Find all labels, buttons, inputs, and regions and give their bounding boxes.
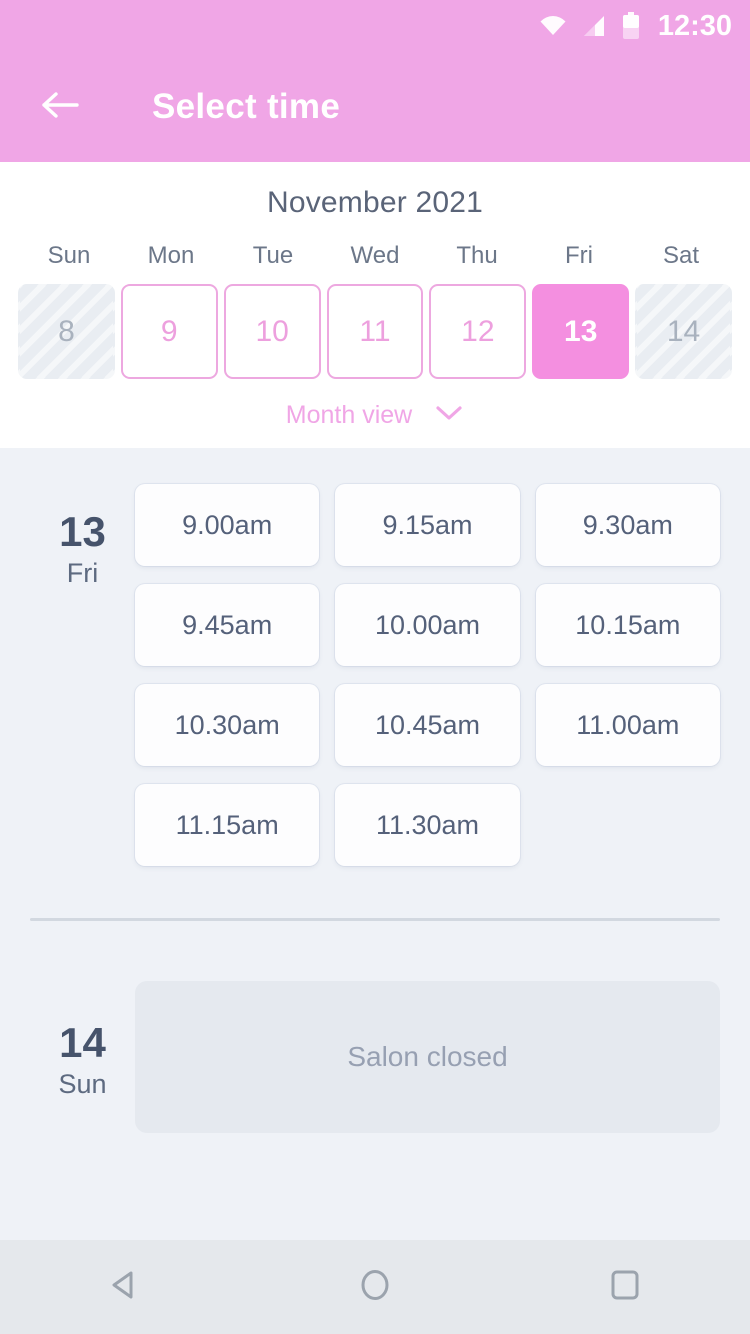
time-slot[interactable]: 10.30am — [135, 684, 320, 766]
app-bar: Select time — [0, 52, 750, 162]
day-of-week: Sun — [58, 1069, 107, 1100]
calendar-day-12[interactable]: 12 — [429, 284, 527, 379]
back-button[interactable] — [32, 79, 88, 135]
nav-home-button[interactable] — [320, 1240, 430, 1334]
weekday-label: Wed — [350, 242, 400, 269]
time-slot[interactable]: 10.45am — [335, 684, 520, 766]
nav-recents-button[interactable] — [570, 1240, 680, 1334]
time-slot[interactable]: 10.00am — [335, 584, 520, 666]
status-bar: 12:30 — [0, 0, 750, 52]
calendar-day-strip: 8 9 10 11 12 13 14 — [0, 284, 750, 379]
calendar-day-13[interactable]: 13 — [532, 284, 630, 379]
time-slot[interactable]: 9.00am — [135, 484, 320, 566]
calendar-day-9[interactable]: 9 — [120, 284, 218, 379]
signal-icon — [582, 14, 608, 38]
schedule-list: 13 Fri 9.00am 9.15am 9.30am 9.45am 10.00… — [0, 448, 750, 1240]
day-label-14: 14 Sun — [30, 981, 135, 1133]
day-of-week: Fri — [66, 558, 99, 589]
time-slot[interactable]: 10.15am — [535, 584, 720, 666]
salon-closed-card: Salon closed — [135, 981, 720, 1133]
time-slot[interactable]: 9.45am — [135, 584, 320, 666]
nav-home-icon — [354, 1264, 396, 1311]
calendar-day-10[interactable]: 10 — [223, 284, 321, 379]
weekday-label: Tue — [252, 242, 294, 269]
weekday-label: Sat — [662, 242, 700, 269]
phone-screen: 12:30 Select time November 2021 Sun Mon … — [0, 0, 750, 1334]
page-title: Select time — [152, 87, 341, 126]
month-view-toggle[interactable]: Month view — [0, 401, 750, 430]
time-slot[interactable]: 11.30am — [335, 784, 520, 866]
nav-back-icon — [104, 1264, 146, 1311]
schedule-day-13: 13 Fri 9.00am 9.15am 9.30am 9.45am 10.00… — [0, 448, 750, 866]
weekday-label: Fri — [565, 242, 593, 269]
time-slot[interactable]: 9.30am — [535, 484, 720, 566]
android-nav-bar — [0, 1240, 750, 1334]
calendar-widget: November 2021 Sun Mon Tue Wed Thu Fri Sa… — [0, 162, 750, 448]
weekday-label: Sun — [47, 242, 91, 269]
calendar-weekday-header: Sun Mon Tue Wed Thu Fri Sat — [0, 242, 750, 270]
calendar-day-14: 14 — [635, 284, 732, 379]
month-view-label: Month view — [285, 401, 413, 429]
wifi-icon — [538, 14, 568, 38]
nav-recents-icon — [604, 1264, 646, 1311]
weekday-label: Mon — [147, 242, 195, 269]
calendar-month-title: November 2021 — [266, 186, 484, 219]
day-label-13: 13 Fri — [30, 484, 135, 866]
status-clock: 12:30 — [657, 9, 732, 42]
time-slot[interactable]: 11.00am — [535, 684, 720, 766]
day-number: 13 — [59, 508, 106, 555]
weekday-label: Thu — [456, 242, 498, 269]
schedule-day-14: 14 Sun Salon closed — [0, 921, 750, 1133]
time-slot-grid: 9.00am 9.15am 9.30am 9.45am 10.00am 10.1… — [135, 484, 720, 866]
calendar-day-8: 8 — [18, 284, 115, 379]
chevron-down-icon — [434, 404, 464, 427]
nav-back-button[interactable] — [70, 1240, 180, 1334]
time-slot[interactable]: 11.15am — [135, 784, 320, 866]
calendar-day-11[interactable]: 11 — [326, 284, 424, 379]
battery-icon — [622, 12, 640, 40]
time-slot[interactable]: 9.15am — [335, 484, 520, 566]
back-arrow-icon — [39, 89, 81, 126]
day-number: 14 — [59, 1019, 106, 1066]
